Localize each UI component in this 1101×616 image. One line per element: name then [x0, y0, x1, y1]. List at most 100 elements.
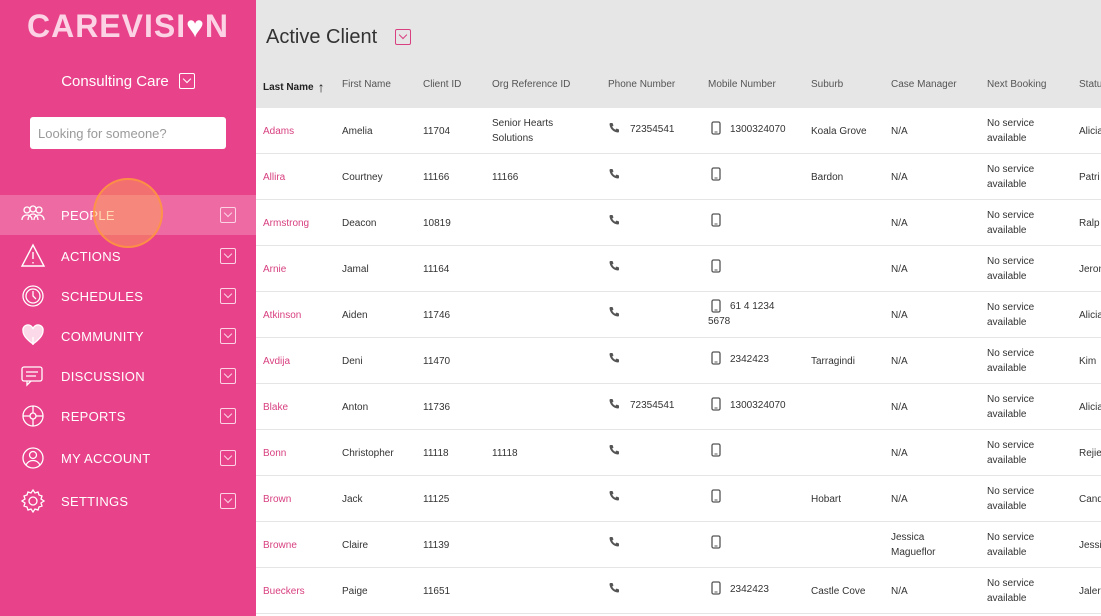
nav-item-people[interactable]: PEOPLE [0, 195, 256, 235]
column-header-org-reference-id[interactable]: Org Reference ID [492, 79, 570, 90]
column-header-first-name[interactable]: First Name [342, 79, 391, 90]
nav-item-reports[interactable]: REPORTS [0, 396, 256, 436]
client-id: 10819 [423, 218, 451, 229]
logo-text-end: N [204, 8, 230, 44]
client-last-name-link[interactable]: Allira [263, 170, 285, 185]
heart-hands-icon [20, 323, 46, 349]
chevron-down-icon[interactable] [220, 408, 236, 424]
phone-icon[interactable] [608, 306, 620, 318]
client-id: 11470 [423, 356, 451, 367]
mobile-icon[interactable] [711, 443, 721, 457]
column-header-next-booking[interactable]: Next Booking [987, 79, 1046, 90]
mobile-icon[interactable] [711, 213, 721, 227]
table-row[interactable]: Browne Claire 11139 Jessica Magueflor No ser… [256, 522, 1101, 568]
phone-icon[interactable] [608, 398, 620, 410]
chevron-down-icon[interactable] [220, 207, 236, 223]
chevron-down-icon[interactable] [220, 493, 236, 509]
mobile-icon[interactable] [711, 535, 721, 549]
nav-item-actions[interactable]: ACTIONS [0, 236, 256, 276]
phone-number: 72354541 [630, 124, 675, 135]
status: Rejie [1079, 448, 1101, 459]
mobile-icon[interactable] [711, 581, 721, 595]
mobile-icon[interactable] [711, 397, 721, 411]
table-row[interactable]: Avdija Deni 11470 2342423 Tarragindi N/A No se… [256, 338, 1101, 384]
case-manager: N/A [891, 448, 908, 459]
client-last-name-link[interactable]: Bueckers [263, 584, 305, 599]
next-booking: No service available [987, 532, 1035, 558]
mobile-number: 2342423 [730, 584, 769, 595]
carevision-logo[interactable]: CAREVISI♥N [0, 8, 256, 45]
client-last-name-link[interactable]: Brown [263, 492, 291, 507]
client-id: 11164 [423, 264, 450, 275]
client-last-name-link[interactable]: Bonn [263, 446, 286, 461]
status: Jessi [1079, 540, 1101, 551]
next-booking: No service available [987, 486, 1035, 512]
phone-icon[interactable] [608, 122, 620, 134]
phone-icon[interactable] [608, 352, 620, 364]
phone-icon[interactable] [608, 214, 620, 226]
nav-item-label: REPORTS [61, 408, 126, 424]
chevron-down-icon[interactable] [220, 248, 236, 264]
client-last-name-link[interactable]: Armstrong [263, 216, 309, 231]
table-row[interactable]: Adams Amelia 11704 Senior Hearts Solutions 7… [256, 108, 1101, 154]
client-last-name-link[interactable]: Browne [263, 538, 297, 553]
chevron-down-icon[interactable] [220, 368, 236, 384]
title-dropdown-chevron-icon[interactable] [395, 29, 411, 45]
nav-item-settings[interactable]: SETTINGS [0, 481, 256, 521]
client-last-name-link[interactable]: Adams [263, 124, 294, 139]
chevron-down-icon[interactable] [220, 288, 236, 304]
column-header-statu[interactable]: Statu [1079, 79, 1101, 90]
org-selector[interactable]: Consulting Care [0, 73, 256, 90]
column-header-last-name[interactable]: Last Name ↑ [263, 79, 325, 95]
table-row[interactable]: Bueckers Paige 11651 2342423 Castle Cove N/A N… [256, 568, 1101, 614]
client-id: 11125 [423, 494, 450, 505]
column-header-label: First Name [342, 79, 391, 90]
column-header-suburb[interactable]: Suburb [811, 79, 843, 90]
nav-item-discussion[interactable]: DISCUSSION [0, 356, 256, 396]
case-manager: N/A [891, 402, 908, 413]
table-row[interactable]: Armstrong Deacon 10819 N/A No service availa… [256, 200, 1101, 246]
column-header-label: Statu [1079, 79, 1101, 90]
page-header: Active Client Last Name ↑ First Name Client… [256, 0, 1101, 108]
phone-icon[interactable] [608, 536, 620, 548]
mobile-icon[interactable] [711, 351, 721, 365]
next-booking: No service available [987, 164, 1035, 190]
mobile-icon[interactable] [711, 259, 721, 273]
status: Kim [1079, 356, 1097, 367]
client-last-name-link[interactable]: Atkinson [263, 308, 301, 323]
search-input[interactable] [30, 117, 226, 149]
nav-item-schedules[interactable]: SCHEDULES [0, 276, 256, 316]
table-row[interactable]: Bonn Christopher 11118 11118 N/A No service a… [256, 430, 1101, 476]
phone-number: 72354541 [630, 400, 675, 411]
column-header-client-id[interactable]: Client ID [423, 79, 461, 90]
mobile-icon[interactable] [711, 167, 721, 181]
chevron-down-icon[interactable] [178, 73, 195, 89]
nav-item-community[interactable]: COMMUNITY [0, 316, 256, 356]
chevron-down-icon[interactable] [220, 328, 236, 344]
column-header-phone-number[interactable]: Phone Number [608, 79, 675, 90]
client-last-name-link[interactable]: Blake [263, 400, 288, 415]
client-last-name-link[interactable]: Arnie [263, 262, 286, 277]
phone-icon[interactable] [608, 582, 620, 594]
mobile-icon[interactable] [711, 489, 721, 503]
mobile-icon[interactable] [711, 121, 721, 135]
table-row[interactable]: Atkinson Aiden 11746 61 4 1234 5678 N/A No se… [256, 292, 1101, 338]
chevron-down-icon[interactable] [220, 450, 236, 466]
column-header-label: Org Reference ID [492, 79, 571, 90]
nav-item-my-account[interactable]: MY ACCOUNT [0, 438, 256, 478]
table-row[interactable]: Brown Jack 11125 Hobart N/A No service availa… [256, 476, 1101, 522]
table-row[interactable]: Blake Anton 11736 72354541 1300324070 N/A No s… [256, 384, 1101, 430]
mobile-number: 61 4 1234 5678 [708, 301, 775, 327]
phone-icon[interactable] [608, 168, 620, 180]
phone-icon[interactable] [608, 260, 620, 272]
client-last-name-link[interactable]: Avdija [263, 354, 290, 369]
phone-icon[interactable] [608, 444, 620, 456]
heart-icon: ♥ [186, 11, 205, 44]
client-first-name: Jack [342, 494, 363, 505]
next-booking: No service available [987, 578, 1035, 604]
table-row[interactable]: Arnie Jamal 11164 N/A No service available Je… [256, 246, 1101, 292]
phone-icon[interactable] [608, 490, 620, 502]
column-header-mobile-number[interactable]: Mobile Number [708, 79, 776, 90]
table-row[interactable]: Allira Courtney 11166 11166 Bardon N/A No serv… [256, 154, 1101, 200]
column-header-case-manager[interactable]: Case Manager [891, 79, 957, 90]
